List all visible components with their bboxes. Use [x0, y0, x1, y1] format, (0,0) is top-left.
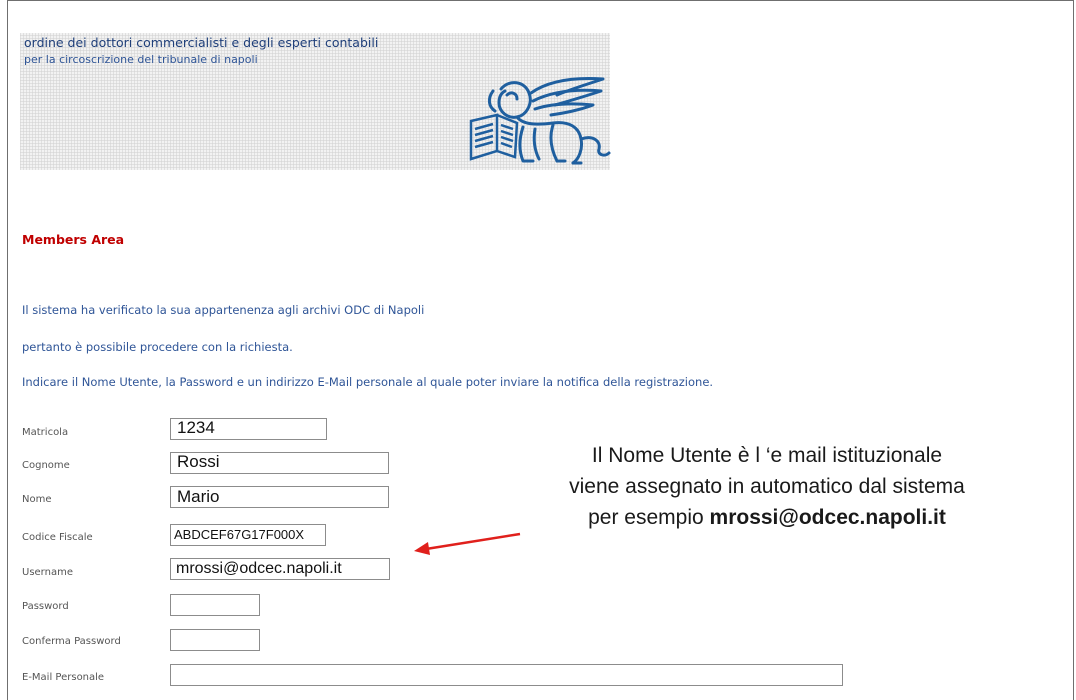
codice-fiscale-label: Codice Fiscale [22, 532, 93, 543]
cognome-field[interactable]: Rossi [170, 452, 389, 474]
winged-lion-logo-icon [469, 77, 611, 165]
username-label: Username [22, 567, 73, 578]
annotation-example-email: mrossi@odcec.napoli.it [709, 506, 946, 529]
email-personale-label: E-Mail Personale [22, 672, 105, 683]
nome-label: Nome [22, 494, 52, 505]
username-annotation: Il Nome Utente è l ‘e mail istituzionale… [462, 440, 1072, 533]
conferma-password-field[interactable] [170, 629, 260, 651]
email-personale-field[interactable] [170, 664, 843, 686]
password-field[interactable] [170, 594, 260, 616]
annotation-line-3-prefix: per esempio [588, 506, 710, 529]
annotation-line-1: Il Nome Utente è l ‘e mail istituzionale [591, 444, 943, 467]
section-title: Members Area [22, 232, 125, 247]
username-field[interactable]: mrossi@odcec.napoli.it [170, 558, 390, 580]
nome-field[interactable]: Mario [170, 486, 389, 508]
password-label: Password [22, 601, 69, 612]
matricola-label: Matricola [22, 427, 69, 438]
red-arrow-icon [414, 532, 521, 555]
matricola-field[interactable]: 1234 [170, 418, 327, 440]
org-subtitle: per la circoscrizione del tribunale di n… [24, 53, 258, 66]
conferma-password-label: Conferma Password [22, 636, 121, 647]
codice-fiscale-field[interactable]: ABDCEF67G17F000X [170, 524, 326, 546]
cognome-label: Cognome [22, 460, 70, 471]
info-message-2: pertanto è possibile procedere con la ri… [22, 340, 293, 354]
info-message-1: Il sistema ha verificato la sua apparten… [22, 303, 425, 317]
site-header: ordine dei dottori commercialisti e degl… [20, 33, 611, 170]
info-message-3: Indicare il Nome Utente, la Password e u… [22, 375, 714, 389]
annotation-line-2: viene assegnato in automatico dal sistem… [569, 475, 965, 498]
org-title: ordine dei dottori commercialisti e degl… [24, 35, 379, 50]
annotation-line-3: per esempio mrossi@odcec.napoli.it [462, 502, 1072, 533]
